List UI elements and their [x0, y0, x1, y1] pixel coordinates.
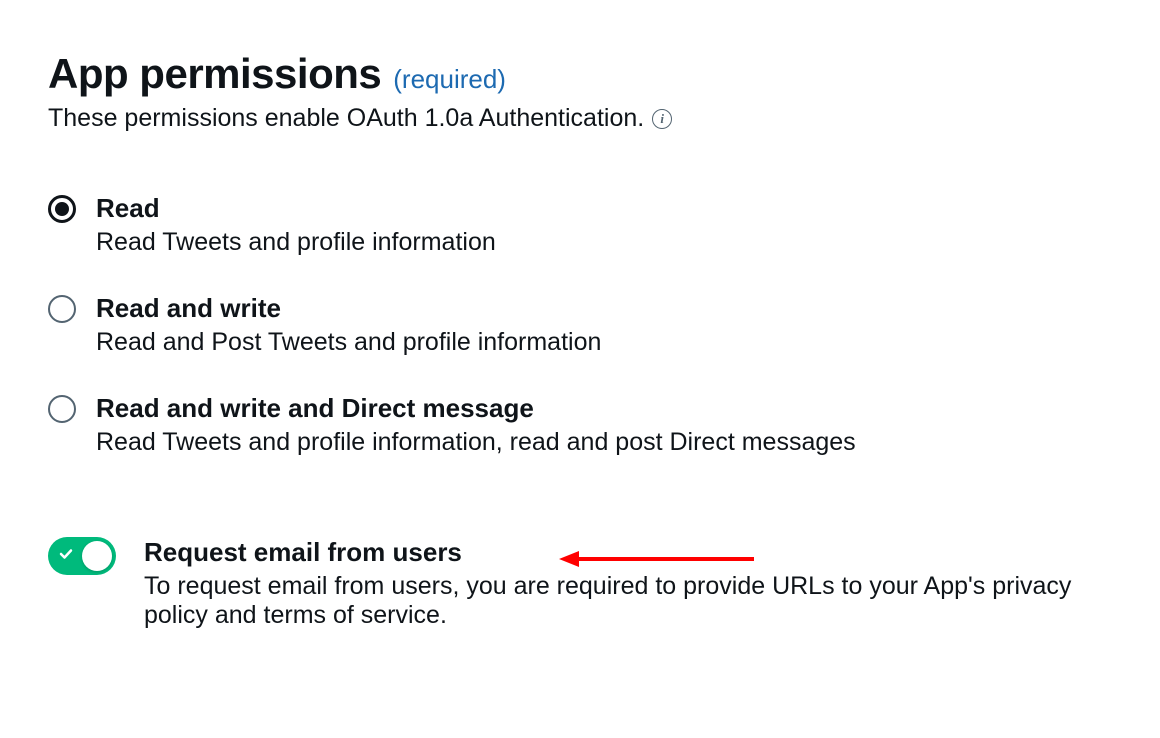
- radio-button-icon[interactable]: [48, 195, 76, 223]
- radio-description: Read Tweets and profile information, rea…: [96, 428, 856, 457]
- permission-option-read-write[interactable]: Read and write Read and Post Tweets and …: [48, 293, 1112, 357]
- check-icon: [58, 546, 74, 567]
- subtitle-row: These permissions enable OAuth 1.0a Auth…: [48, 104, 1112, 133]
- radio-content: Read and write Read and Post Tweets and …: [96, 293, 601, 357]
- permission-option-read[interactable]: Read Read Tweets and profile information: [48, 193, 1112, 257]
- title-row: App permissions (required): [48, 50, 1112, 98]
- toggle-description: To request email from users, you are req…: [144, 572, 1084, 630]
- toggle-knob: [82, 541, 112, 571]
- radio-label: Read and write: [96, 293, 601, 324]
- required-label: (required): [393, 64, 506, 95]
- radio-content: Read Read Tweets and profile information: [96, 193, 496, 257]
- permissions-radio-group: Read Read Tweets and profile information…: [48, 193, 1112, 457]
- radio-button-icon[interactable]: [48, 295, 76, 323]
- toggle-content: Request email from users To request emai…: [144, 537, 1084, 630]
- radio-label: Read and write and Direct message: [96, 393, 856, 424]
- email-toggle-section: Request email from users To request emai…: [48, 537, 1112, 630]
- radio-button-icon[interactable]: [48, 395, 76, 423]
- request-email-toggle[interactable]: [48, 537, 116, 575]
- info-icon[interactable]: i: [652, 109, 672, 129]
- permission-option-read-write-dm[interactable]: Read and write and Direct message Read T…: [48, 393, 1112, 457]
- radio-label: Read: [96, 193, 496, 224]
- page-subtitle: These permissions enable OAuth 1.0a Auth…: [48, 104, 644, 133]
- radio-content: Read and write and Direct message Read T…: [96, 393, 856, 457]
- toggle-label: Request email from users: [144, 537, 1084, 568]
- section-header: App permissions (required) These permiss…: [48, 50, 1112, 133]
- radio-description: Read and Post Tweets and profile informa…: [96, 328, 601, 357]
- page-title: App permissions: [48, 50, 381, 98]
- radio-description: Read Tweets and profile information: [96, 228, 496, 257]
